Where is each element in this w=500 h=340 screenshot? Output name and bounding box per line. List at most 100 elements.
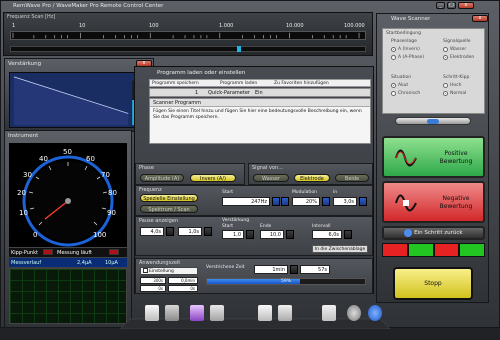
elapsed-percent: 59% — [281, 279, 292, 284]
back-arrow-icon — [404, 228, 413, 237]
start-spinner[interactable] — [272, 197, 280, 206]
frequency-slider-track[interactable] — [10, 46, 366, 52]
program-load-button[interactable]: Programm laden — [220, 81, 257, 86]
frequenz-group: Frequenz Spezielle Einstellung Spektrum … — [135, 185, 373, 216]
scanner-slider-thumb[interactable] — [427, 119, 439, 124]
time-c-field[interactable]: 0s — [140, 285, 166, 292]
modulation-field[interactable]: 20% — [292, 197, 320, 206]
scanner-slider[interactable] — [395, 117, 471, 125]
checklist-icon[interactable] — [322, 305, 336, 321]
kipp-punkt-indicator — [43, 249, 53, 255]
negative-bewertung-button[interactable]: Negative Bewertung — [382, 181, 485, 223]
phase-option-invers-radio[interactable] — [391, 47, 396, 52]
quelle-wasser-radio[interactable] — [443, 47, 448, 52]
ignore-setting-checkbox[interactable]: Einstellung ignorieren — [140, 267, 198, 281]
situation-chronisch-radio[interactable] — [391, 91, 396, 96]
checkbox-box[interactable] — [143, 268, 148, 273]
signal-beide-button[interactable]: Beide — [335, 174, 369, 182]
intervall-field[interactable]: 6,0s — [312, 230, 342, 239]
positive-bewertung-button[interactable]: Positive Bewertung — [382, 136, 485, 178]
program-header-title: Programm laden oder einstellen — [157, 70, 246, 76]
verst-start-field[interactable]: 1,0 — [222, 230, 244, 239]
gauge-tick-50: 50 — [63, 148, 72, 156]
messung-indicator — [109, 249, 119, 255]
bug-icon[interactable] — [190, 305, 204, 321]
program-save-button[interactable]: Programm speichern — [152, 81, 199, 86]
zwischenablage-button[interactable]: In die Zwischenablage — [312, 245, 368, 253]
minutes-spinner[interactable] — [290, 265, 298, 274]
verst-start-spinner[interactable] — [246, 230, 254, 239]
situation-akut-label: Akut — [398, 83, 409, 88]
phase-invers-button[interactable]: Invers (A/) — [190, 174, 236, 182]
minimize-button[interactable]: _ — [436, 2, 445, 9]
situation-akut-radio[interactable] — [391, 83, 396, 88]
phasenlage-label: Phasenlage — [391, 39, 417, 44]
time-a-field[interactable]: 300s — [140, 277, 166, 284]
start-spinner-2[interactable] — [281, 197, 289, 206]
program-description-text: Fügen Sie einen Titel hinzu und fügen Si… — [153, 109, 362, 120]
folder-icon[interactable] — [278, 305, 292, 321]
spezielle-einstellung-button[interactable]: Spezielle Einstellung — [140, 194, 198, 202]
stopp-button[interactable]: Stopp — [393, 267, 473, 300]
spektrum-scan-button[interactable]: Spektrum / Scan — [140, 205, 198, 213]
time-d-field[interactable]: 0s — [168, 285, 198, 292]
modulation-spinner[interactable] — [322, 197, 330, 206]
status-cell-4 — [459, 243, 485, 257]
phase-option-aphase-radio[interactable] — [391, 55, 396, 60]
verst-start-label: Start — [222, 224, 233, 229]
kipp-punkt-row: Kipp-Punkt Messung läuft — [9, 248, 127, 257]
signalquelle-label: Signalquelle — [443, 39, 471, 44]
signal-wasser-button[interactable]: Wasser — [253, 174, 289, 182]
phase-option-invers-label: A (Invers) — [398, 47, 420, 52]
verstaerkung-group-label: Verstärkung — [222, 218, 250, 223]
signal-group: Signal von... Wasser Elektrode Beide — [248, 163, 373, 185]
schrittweite-label: Schritt-Kipp — [443, 75, 470, 80]
gauge-tick-30: 30 — [23, 171, 32, 179]
time-b-field[interactable]: 0,0min — [168, 277, 198, 284]
gauge-tick-60: 60 — [86, 155, 95, 163]
freq-tick-100000: 100.000 — [344, 23, 365, 29]
pause-field-1[interactable]: 4,0s — [140, 227, 164, 236]
gauge-tick-10: 10 — [19, 209, 28, 217]
verst-ende-spinner[interactable] — [286, 230, 294, 239]
signal-elektrode-button[interactable]: Elektrode — [294, 174, 330, 182]
pause-spinner-1[interactable] — [166, 227, 174, 236]
modulation-label: Modulation — [292, 190, 317, 195]
in-field[interactable]: 3,0s — [333, 197, 357, 206]
frequency-label: Frequenz Scan [Hz] — [7, 14, 56, 20]
verst-ende-field[interactable]: 10,0 — [260, 230, 284, 239]
schritt-hoch-radio[interactable] — [443, 83, 448, 88]
pause-spinner-2[interactable] — [204, 227, 212, 236]
start-field[interactable]: 247Hz — [222, 197, 270, 206]
document-icon[interactable] — [145, 305, 159, 321]
program-description[interactable]: Scanner Programm Fügen Sie einen Titel h… — [149, 98, 371, 144]
waveform-icon[interactable] — [165, 305, 179, 321]
settings-gear-icon[interactable] — [347, 305, 361, 321]
gauge-panel: 0 10 20 30 40 50 60 70 80 90 100 — [9, 143, 127, 247]
quelle-elektroden-radio[interactable] — [443, 55, 448, 60]
quelle-wasser-label: Wasser — [450, 47, 467, 52]
program-name: Quick-Parameter — [208, 90, 250, 96]
close-button[interactable]: x — [458, 2, 474, 9]
scanner-close-button[interactable]: x — [472, 15, 488, 22]
situation-chronisch-label: Chronisch — [398, 91, 421, 96]
program-row[interactable]: 1 Quick-Parameter Ein — [149, 88, 371, 97]
favorites-button[interactable]: Zu Favoriten hinzufügen — [274, 81, 329, 86]
report-icon[interactable] — [210, 305, 224, 321]
intervall-spinner[interactable] — [344, 230, 352, 239]
frequency-slider-thumb[interactable] — [237, 46, 241, 52]
in-spinner[interactable] — [359, 197, 367, 206]
positive-label: Positive Bewertung — [439, 150, 473, 165]
pause-field-2[interactable]: 1,0s — [178, 227, 202, 236]
freq-tick-10: 10 — [79, 23, 86, 29]
notes-icon[interactable] — [258, 305, 272, 321]
gauge-tick-90: 90 — [107, 209, 116, 217]
maximize-button[interactable]: □ — [447, 2, 456, 9]
pause-verstaerkung-group: Pause anzeigen 4,0s 1,0s Verstärkung Sta… — [135, 216, 373, 256]
verstaerkung-graph — [9, 72, 151, 128]
schritt-normal-radio[interactable] — [443, 91, 448, 96]
phase-amplitude-button[interactable]: Amplitude (A) — [140, 174, 184, 182]
ein-schritt-zurueck-button[interactable]: Ein Schritt zurück — [382, 226, 485, 240]
freq-tick-1: 1 — [12, 23, 16, 29]
power-icon[interactable] — [368, 305, 382, 321]
